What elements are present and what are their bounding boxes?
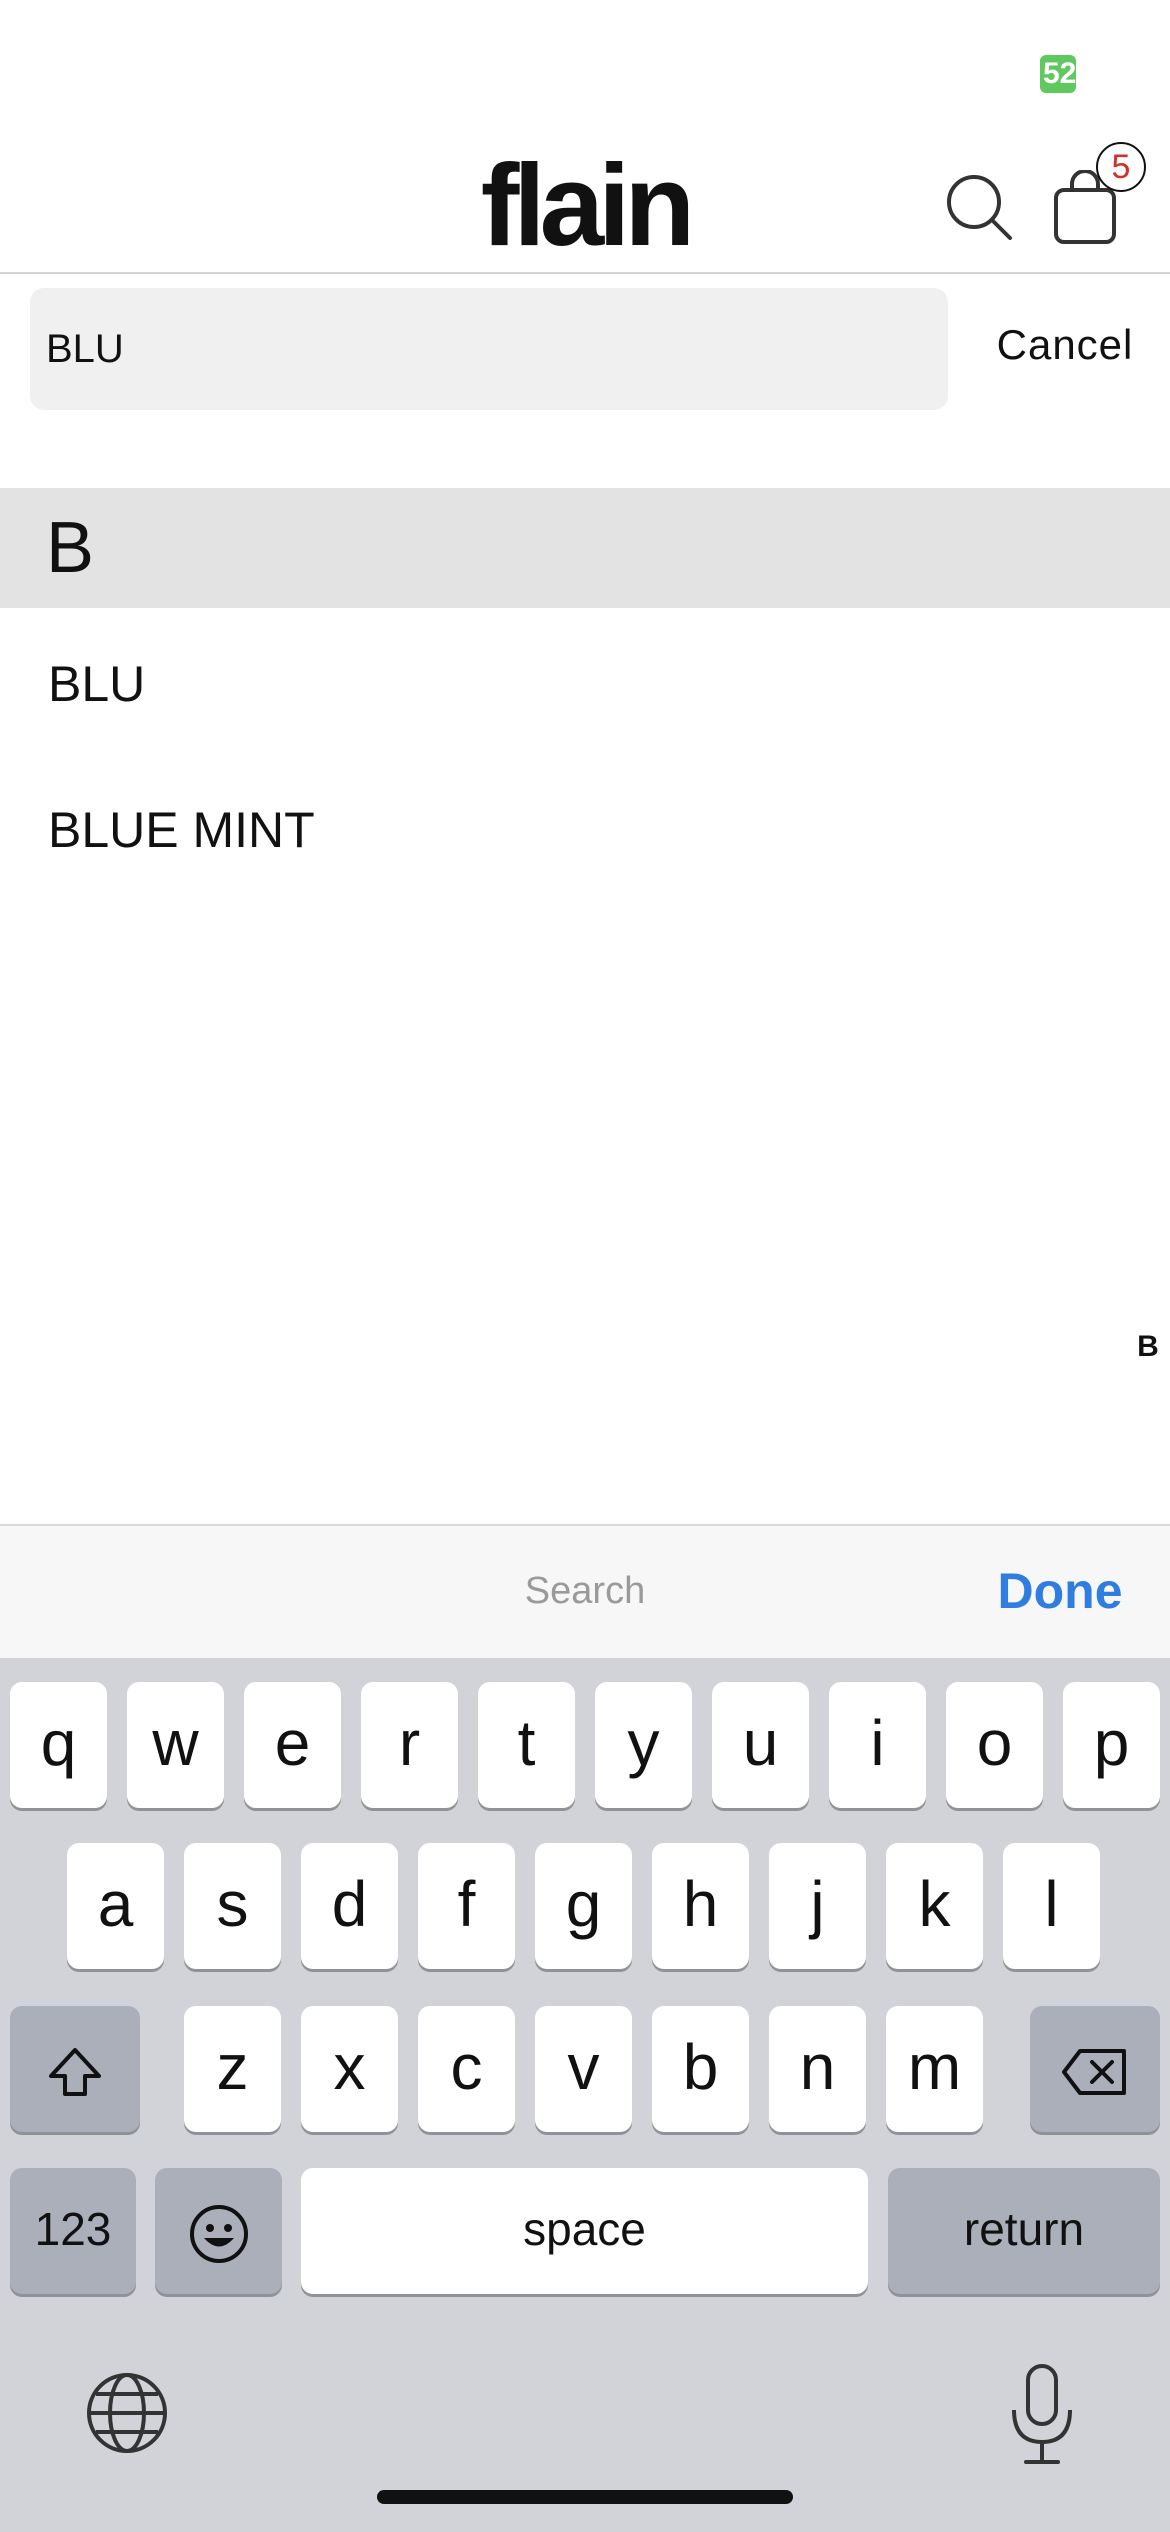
shift-key[interactable] [10,2006,140,2132]
home-indicator [377,2490,793,2504]
key-e[interactable]: e [244,1682,341,1808]
space-key[interactable]: space [301,2168,868,2294]
key-s[interactable]: s [184,1843,281,1969]
section-index-letter[interactable]: B [1128,1330,1168,1364]
battery-badge: 52 [1040,55,1076,93]
key-r[interactable]: r [361,1682,458,1808]
key-o[interactable]: o [946,1682,1043,1808]
backspace-key[interactable] [1030,2006,1160,2132]
list-item[interactable]: BLU [0,624,1170,744]
key-l[interactable]: l [1003,1843,1100,1969]
numbers-key[interactable]: 123 [10,2168,136,2294]
key-z[interactable]: z [184,2006,281,2132]
key-i[interactable]: i [829,1682,926,1808]
key-u[interactable]: u [712,1682,809,1808]
key-f[interactable]: f [418,1843,515,1969]
section-header: B [0,488,1170,608]
key-m[interactable]: m [886,2006,983,2132]
key-w[interactable]: w [127,1682,224,1808]
key-d[interactable]: d [301,1843,398,1969]
header-divider [0,272,1170,274]
shift-icon [49,2048,101,2097]
key-v[interactable]: v [535,2006,632,2132]
emoji-icon [189,2205,248,2264]
key-g[interactable]: g [535,1843,632,1969]
key-y[interactable]: y [595,1682,692,1808]
emoji-key[interactable] [155,2168,282,2294]
key-k[interactable]: k [886,1843,983,1969]
keyboard-accessory-bar: Search Done [0,1524,1170,1658]
keyboard: q w e r t y u i o p a s d f g h j k l z … [0,1658,1170,2532]
backspace-icon [1062,2049,1126,2096]
cancel-button[interactable]: Cancel [960,300,1170,390]
key-n[interactable]: n [769,2006,866,2132]
key-a[interactable]: a [67,1843,164,1969]
done-button[interactable]: Done [980,1526,1140,1656]
key-p[interactable]: p [1063,1682,1160,1808]
key-t[interactable]: t [478,1682,575,1808]
key-q[interactable]: q [10,1682,107,1808]
globe-icon[interactable] [82,2368,172,2458]
key-b[interactable]: b [652,2006,749,2132]
list-item[interactable]: BLUE MINT [0,770,1170,890]
key-h[interactable]: h [652,1843,749,1969]
key-c[interactable]: c [418,2006,515,2132]
microphone-icon[interactable] [1000,2360,1084,2470]
cart-count-badge: 5 [1096,142,1146,192]
search-input[interactable]: BLU [30,288,948,410]
key-x[interactable]: x [301,2006,398,2132]
key-j[interactable]: j [769,1843,866,1969]
return-key[interactable]: return [888,2168,1160,2294]
search-icon[interactable] [944,172,1014,242]
